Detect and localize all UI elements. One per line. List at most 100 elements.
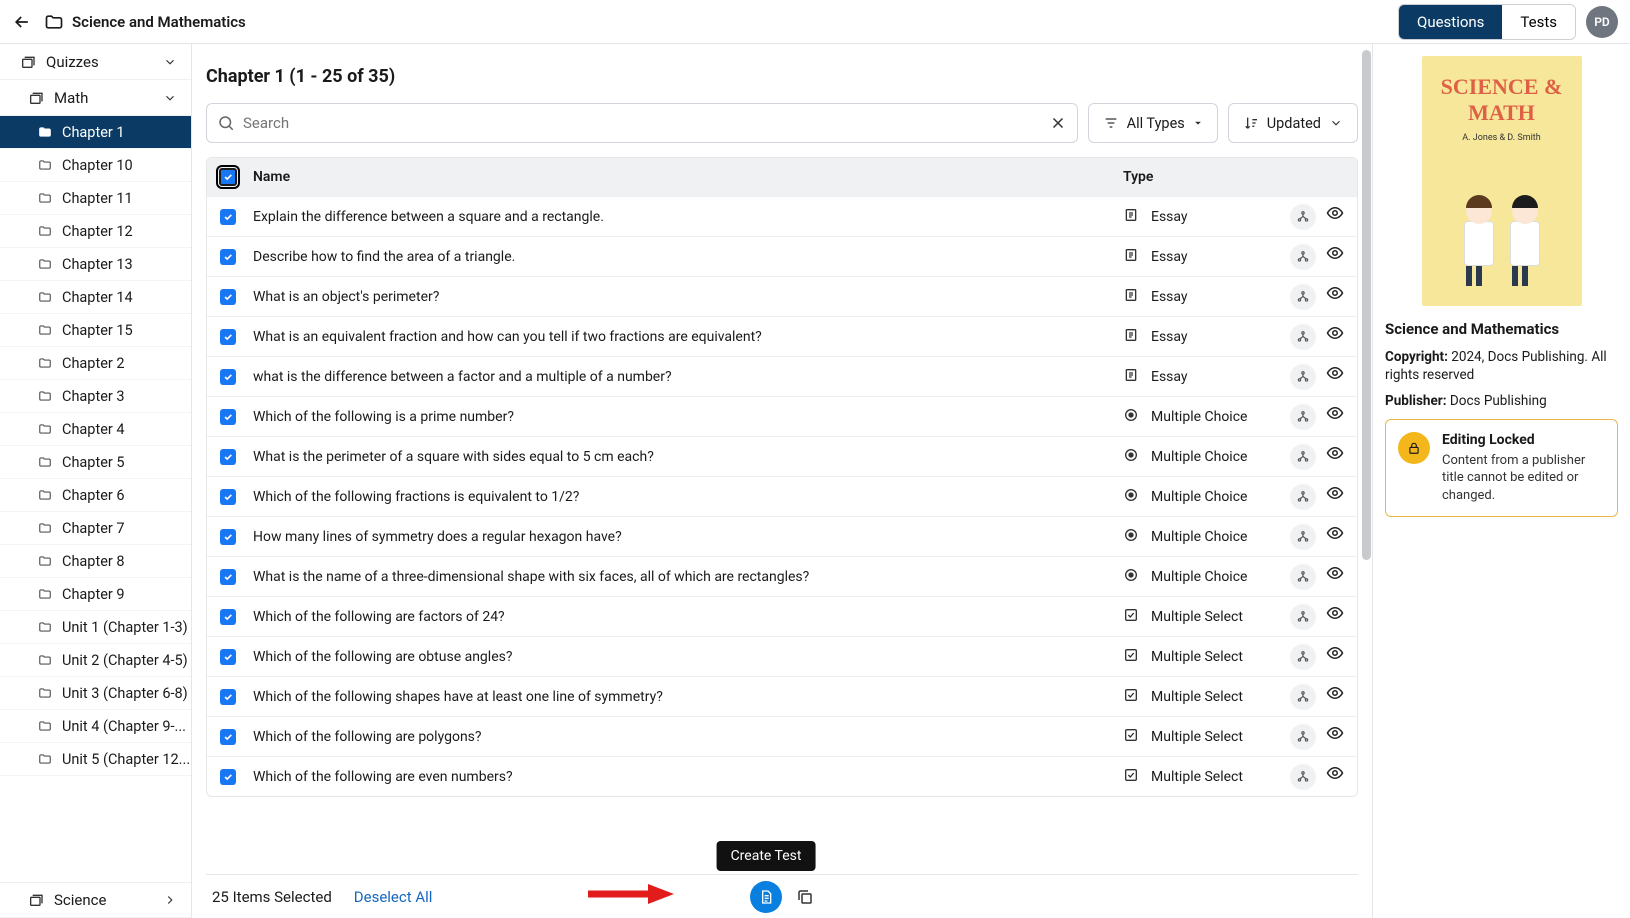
sidebar-item[interactable]: Chapter 12 [0,215,191,248]
tab-questions[interactable]: Questions [1399,5,1502,39]
table-row[interactable]: Which of the following are factors of 24… [207,596,1357,636]
table-row[interactable]: Describe how to find the area of a trian… [207,236,1357,276]
table-row[interactable]: What is the perimeter of a square with s… [207,436,1357,476]
eye-icon[interactable] [1326,684,1344,702]
row-checkbox[interactable] [220,409,236,425]
table-row[interactable]: Explain the difference between a square … [207,196,1357,236]
clear-search-icon[interactable] [1049,114,1067,132]
table-row[interactable]: What is the name of a three-dimensional … [207,556,1357,596]
eye-icon[interactable] [1326,204,1344,222]
sidebar-item[interactable]: Chapter 15 [0,314,191,347]
row-checkbox[interactable] [220,729,236,745]
table-row[interactable]: Which of the following are obtuse angles… [207,636,1357,676]
row-action-tree[interactable] [1290,644,1316,670]
sidebar-item[interactable]: Chapter 6 [0,479,191,512]
copy-icon[interactable] [796,888,814,906]
row-checkbox[interactable] [220,449,236,465]
sidebar-item[interactable]: Unit 3 (Chapter 6-8) [0,677,191,710]
create-test-button[interactable] [750,881,782,913]
row-action-tree[interactable] [1290,764,1316,790]
search-input[interactable] [235,114,1049,132]
row-checkbox[interactable] [220,209,236,225]
eye-icon[interactable] [1326,284,1344,302]
row-action-tree[interactable] [1290,444,1316,470]
eye-icon[interactable] [1326,604,1344,622]
eye-icon[interactable] [1326,564,1344,582]
sidebar-item[interactable]: Chapter 5 [0,446,191,479]
row-action-tree[interactable] [1290,724,1316,750]
eye-icon[interactable] [1326,444,1344,462]
table-row[interactable]: Which of the following fractions is equi… [207,476,1357,516]
row-checkbox[interactable] [220,289,236,305]
sidebar-item[interactable]: Unit 2 (Chapter 4-5) [0,644,191,677]
row-action-tree[interactable] [1290,324,1316,350]
sidebar-item[interactable]: Chapter 7 [0,512,191,545]
row-action-tree[interactable] [1290,604,1316,630]
row-checkbox[interactable] [220,249,236,265]
sidebar-item[interactable]: Chapter 14 [0,281,191,314]
question-name: Describe how to find the area of a trian… [249,249,1123,265]
eye-icon[interactable] [1326,524,1344,542]
table-row[interactable]: what is the difference between a factor … [207,356,1357,396]
table-row[interactable]: Which of the following is a prime number… [207,396,1357,436]
sidebar-item[interactable]: Chapter 1 [0,116,191,149]
eye-icon[interactable] [1326,644,1344,662]
sort-dropdown[interactable]: Updated [1228,103,1358,143]
sidebar-item[interactable]: Unit 4 (Chapter 9-... [0,710,191,743]
sidebar-item[interactable]: Chapter 2 [0,347,191,380]
row-checkbox[interactable] [220,569,236,585]
deselect-all-link[interactable]: Deselect All [354,888,433,906]
row-checkbox[interactable] [220,769,236,785]
row-checkbox[interactable] [220,329,236,345]
select-all-checkbox[interactable] [219,168,237,186]
table-row[interactable]: What is an equivalent fraction and how c… [207,316,1357,356]
row-action-tree[interactable] [1290,524,1316,550]
row-checkbox[interactable] [220,609,236,625]
table-row[interactable]: How many lines of symmetry does a regula… [207,516,1357,556]
row-action-tree[interactable] [1290,684,1316,710]
row-action-tree[interactable] [1290,284,1316,310]
sidebar-item[interactable]: Unit 1 (Chapter 1-3) [0,611,191,644]
eye-icon[interactable] [1326,404,1344,422]
scrollbar[interactable] [1362,50,1371,560]
sidebar-group-quizzes[interactable]: Quizzes [0,44,191,80]
sidebar-item[interactable]: Chapter 9 [0,578,191,611]
sidebar-item[interactable]: Chapter 11 [0,182,191,215]
eye-icon[interactable] [1326,484,1344,502]
eye-icon[interactable] [1326,364,1344,382]
table-row[interactable]: Which of the following shapes have at le… [207,676,1357,716]
avatar[interactable]: PD [1586,6,1618,38]
row-checkbox[interactable] [220,649,236,665]
filter-icon [1103,115,1119,131]
tab-tests[interactable]: Tests [1502,5,1575,39]
row-checkbox[interactable] [220,529,236,545]
row-checkbox[interactable] [220,689,236,705]
back-arrow-icon[interactable] [12,12,32,32]
eye-icon[interactable] [1326,324,1344,342]
row-action-tree[interactable] [1290,364,1316,390]
row-action-tree[interactable] [1290,484,1316,510]
folder-icon [38,158,52,172]
row-action-tree[interactable] [1290,564,1316,590]
table-row[interactable]: Which of the following are polygons?Mult… [207,716,1357,756]
filter-types[interactable]: All Types [1088,103,1218,143]
row-action-tree[interactable] [1290,204,1316,230]
row-action-tree[interactable] [1290,244,1316,270]
eye-icon[interactable] [1326,764,1344,782]
row-checkbox[interactable] [220,489,236,505]
sidebar-item[interactable]: Chapter 3 [0,380,191,413]
eye-icon[interactable] [1326,244,1344,262]
sidebar-item[interactable]: Unit 5 (Chapter 12... [0,743,191,776]
eye-icon[interactable] [1326,724,1344,742]
sidebar-group-science[interactable]: Science [0,882,191,918]
table-row[interactable]: Which of the following are even numbers?… [207,756,1357,796]
row-checkbox[interactable] [220,369,236,385]
sidebar-item[interactable]: Chapter 10 [0,149,191,182]
sidebar-item[interactable]: Chapter 13 [0,248,191,281]
table-row[interactable]: What is an object's perimeter?Essay [207,276,1357,316]
row-action-tree[interactable] [1290,404,1316,430]
folder-icon [38,389,52,403]
sidebar-item[interactable]: Chapter 8 [0,545,191,578]
sidebar-item[interactable]: Chapter 4 [0,413,191,446]
sidebar-group-math[interactable]: Math [0,80,191,116]
